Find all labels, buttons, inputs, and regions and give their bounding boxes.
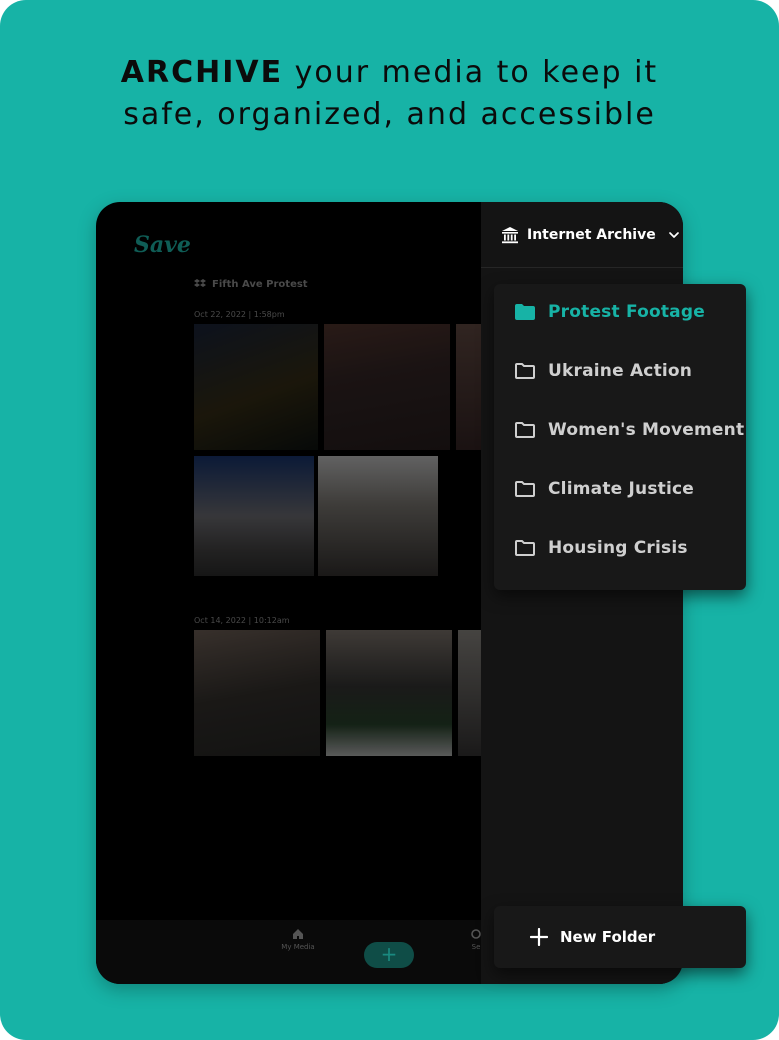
folder-item-womens-movement[interactable]: Women's Movement bbox=[514, 420, 744, 440]
headline-line-1-rest: your media to keep it bbox=[283, 55, 659, 90]
nav-settings-label: Se bbox=[471, 943, 481, 951]
media-thumbnail[interactable] bbox=[326, 630, 452, 756]
media-thumbnail[interactable] bbox=[318, 456, 438, 576]
nav-my-media-label: My Media bbox=[281, 943, 315, 951]
plus-icon bbox=[530, 928, 548, 946]
media-thumbnail[interactable] bbox=[194, 456, 314, 576]
headline-line-1: ARCHIVE your media to keep it bbox=[0, 52, 779, 94]
folder-item-climate-justice[interactable]: Climate Justice bbox=[514, 479, 694, 499]
media-thumbnail[interactable] bbox=[194, 630, 320, 756]
institution-icon bbox=[502, 226, 518, 243]
folder-icon bbox=[515, 540, 535, 556]
media-thumbnail[interactable] bbox=[324, 324, 450, 450]
folder-label: Protest Footage bbox=[548, 302, 705, 322]
new-folder-button[interactable]: New Folder bbox=[494, 906, 746, 968]
promo-card: ARCHIVE your media to keep it safe, orga… bbox=[0, 0, 779, 1040]
folder-dropdown: Protest Footage Ukraine Action Women's M… bbox=[494, 284, 746, 590]
folder-label: Housing Crisis bbox=[548, 538, 688, 558]
folder-icon bbox=[515, 481, 535, 497]
archive-name: Internet Archive bbox=[527, 226, 656, 243]
folder-icon bbox=[515, 422, 535, 438]
group-date: Oct 22, 2022 | 1:58pm bbox=[194, 310, 285, 319]
nav-my-media[interactable]: My Media bbox=[278, 928, 318, 951]
folder-item-protest-footage[interactable]: Protest Footage bbox=[514, 302, 705, 322]
headline: ARCHIVE your media to keep it safe, orga… bbox=[0, 52, 779, 136]
folder-icon bbox=[515, 363, 535, 379]
folder-label: Ukraine Action bbox=[548, 361, 693, 381]
add-media-button[interactable]: + bbox=[364, 942, 414, 968]
media-thumbnail[interactable] bbox=[458, 630, 481, 756]
folder-item-housing-crisis[interactable]: Housing Crisis bbox=[514, 538, 688, 558]
folder-title: Fifth Ave Protest bbox=[194, 278, 308, 290]
folder-item-ukraine-action[interactable]: Ukraine Action bbox=[514, 361, 692, 381]
dropbox-icon bbox=[194, 279, 206, 287]
folder-label: Women's Movement bbox=[548, 420, 745, 440]
archive-selector[interactable]: Internet Archive bbox=[481, 202, 683, 268]
home-icon bbox=[293, 929, 303, 939]
group-date: Oct 14, 2022 | 10:12am bbox=[194, 616, 290, 625]
media-thumbnail[interactable] bbox=[456, 324, 481, 450]
new-folder-label: New Folder bbox=[560, 928, 656, 946]
headline-bold: ARCHIVE bbox=[120, 55, 284, 90]
headline-line-2: safe, organized, and accessible bbox=[123, 97, 656, 132]
app-logo: Save bbox=[134, 232, 191, 258]
chevron-down-icon bbox=[668, 231, 679, 238]
folder-filled-icon bbox=[515, 304, 535, 320]
media-thumbnail[interactable] bbox=[194, 324, 318, 450]
folder-title-text: Fifth Ave Protest bbox=[212, 278, 308, 290]
folder-label: Climate Justice bbox=[548, 479, 694, 499]
